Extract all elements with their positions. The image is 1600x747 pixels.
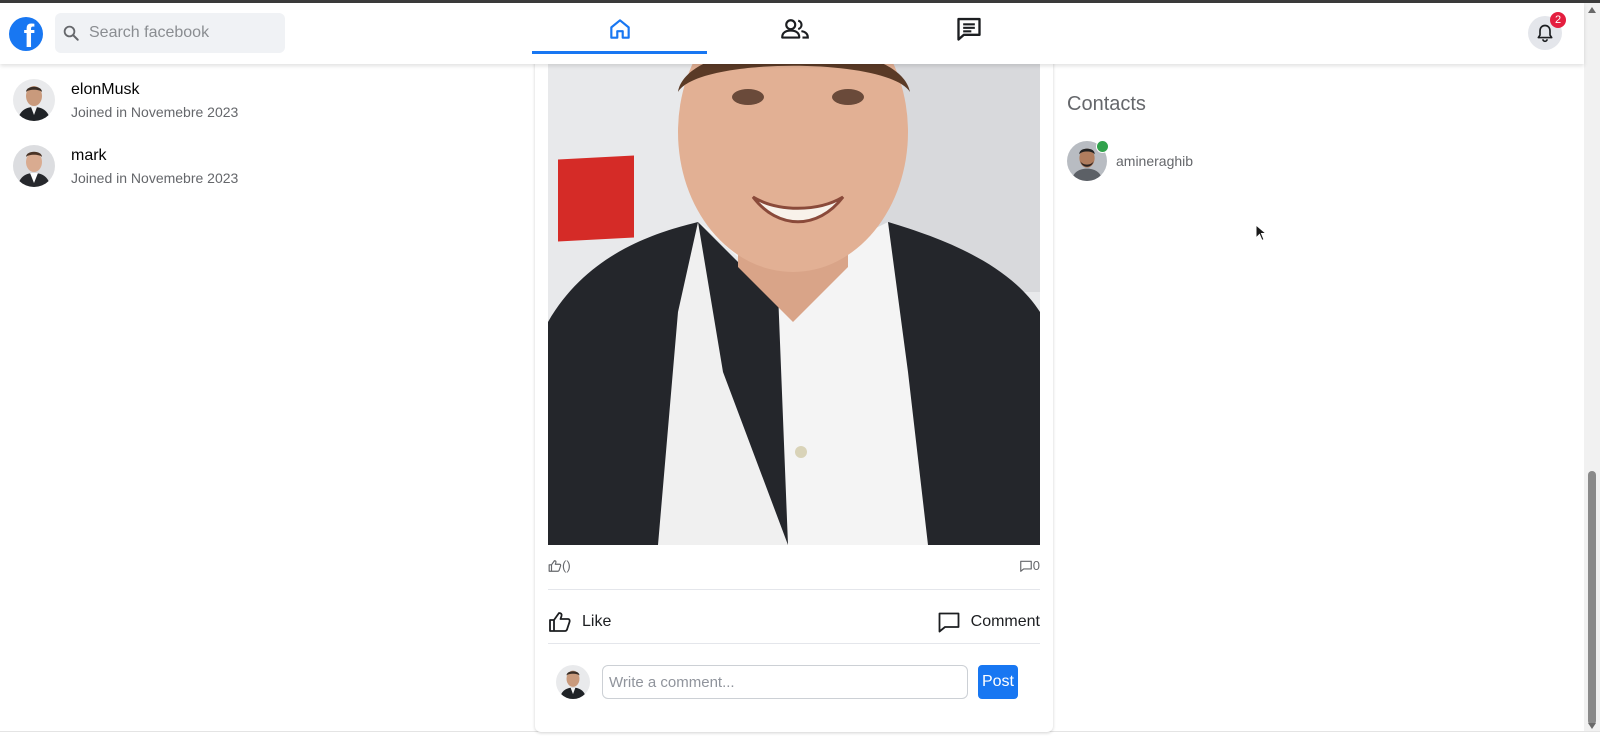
- comment-small-icon: [1019, 560, 1032, 572]
- facebook-logo[interactable]: f: [9, 17, 43, 51]
- notification-badge: 2: [1550, 12, 1566, 28]
- like-icon: [549, 612, 571, 632]
- divider: [548, 643, 1040, 644]
- post-image[interactable]: [548, 52, 1040, 545]
- online-status-icon: [1096, 140, 1109, 153]
- avatar: [556, 665, 590, 699]
- search-icon: [63, 25, 79, 41]
- page-scrollbar[interactable]: [1584, 3, 1600, 731]
- comments-count: 0: [1032, 558, 1040, 573]
- like-icon: [548, 559, 562, 572]
- message-icon: [956, 17, 981, 41]
- contact-item[interactable]: amineraghib: [1067, 140, 1367, 181]
- post-actions: Like Comment: [548, 602, 1040, 642]
- comment-button[interactable]: Comment: [937, 602, 1040, 642]
- user-item[interactable]: elonMusk Joined in Novemebre 2023: [13, 78, 413, 122]
- user-item[interactable]: mark Joined in Novemebre 2023: [13, 144, 413, 188]
- comment-composer: Post: [556, 662, 1036, 702]
- scroll-thumb[interactable]: [1588, 471, 1596, 725]
- comment-input[interactable]: [602, 665, 968, 699]
- post-card: () 0 Like Comment Write a comment... Pos…: [535, 52, 1053, 732]
- comment-label: Comment: [970, 613, 1040, 630]
- avatar: [13, 79, 55, 121]
- post-comment-button[interactable]: Post: [978, 665, 1018, 699]
- divider: [548, 589, 1040, 590]
- scroll-up-arrow-icon[interactable]: [1588, 7, 1596, 13]
- home-icon: [609, 18, 630, 39]
- contacts-title: Contacts: [1067, 93, 1146, 115]
- mouse-cursor-icon: [1255, 224, 1267, 242]
- window-bottom-bar: [0, 731, 1600, 747]
- tab-messages[interactable]: [881, 3, 1056, 54]
- like-button[interactable]: Like: [548, 602, 611, 642]
- likes-stat[interactable]: (): [548, 558, 571, 573]
- user-joined-date: Joined in Novemebre 2023: [71, 169, 239, 186]
- scroll-down-arrow-icon[interactable]: [1588, 723, 1596, 729]
- search-box[interactable]: [55, 13, 285, 53]
- friends-icon: [780, 18, 809, 39]
- like-label: Like: [582, 613, 612, 630]
- notifications-button[interactable]: 2: [1528, 12, 1566, 50]
- tab-friends[interactable]: [707, 3, 882, 54]
- user-name[interactable]: mark: [71, 146, 238, 166]
- comment-icon: [938, 612, 960, 633]
- contact-name: amineraghib: [1116, 153, 1194, 169]
- user-joined-date: Joined in Novemebre 2023: [71, 103, 239, 120]
- avatar: [13, 145, 55, 187]
- user-name[interactable]: elonMusk: [71, 80, 238, 100]
- post-stats: () 0: [548, 558, 1040, 576]
- tab-home[interactable]: [532, 3, 707, 54]
- likes-count: (): [562, 558, 571, 573]
- comments-stat[interactable]: 0: [1019, 558, 1040, 573]
- logo-letter: f: [23, 18, 35, 51]
- search-input[interactable]: [87, 23, 271, 43]
- top-navbar: f 2: [0, 3, 1584, 64]
- left-sidebar: elonMusk Joined in Novemebre 2023 mark J…: [0, 64, 520, 731]
